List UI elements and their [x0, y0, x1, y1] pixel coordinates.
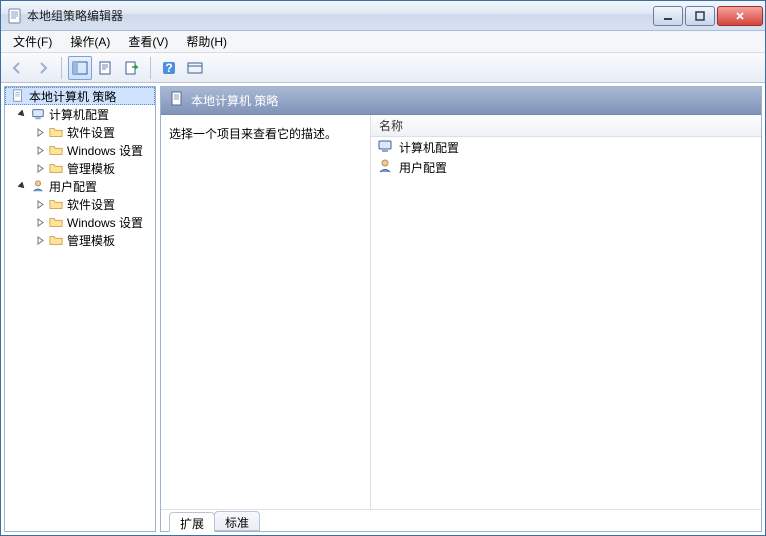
tree-label: 用户配置 — [49, 178, 97, 195]
details-content: 选择一个项目来查看它的描述。 名称 计算机配置 用户配置 — [161, 115, 761, 509]
menu-file[interactable]: 文件(F) — [5, 31, 60, 52]
titlebar: 本地组策略编辑器 — [1, 1, 765, 31]
expand-icon[interactable] — [35, 145, 46, 156]
tree-computer-software[interactable]: 软件设置 — [5, 123, 155, 141]
properties-button[interactable] — [94, 56, 118, 80]
details-header: 本地计算机 策略 — [161, 87, 761, 115]
expand-icon[interactable] — [35, 235, 46, 246]
svg-text:?: ? — [165, 61, 172, 75]
toolbar-separator — [150, 57, 151, 79]
tree-label: Windows 设置 — [67, 214, 143, 231]
folder-icon — [48, 160, 64, 176]
menu-action[interactable]: 操作(A) — [62, 31, 118, 52]
show-tree-button[interactable] — [68, 56, 92, 80]
collapse-icon[interactable] — [17, 109, 28, 120]
show-hide-button[interactable] — [183, 56, 207, 80]
tree-label: 软件设置 — [67, 196, 115, 213]
expand-icon[interactable] — [35, 199, 46, 210]
list-column: 名称 计算机配置 用户配置 — [371, 115, 761, 509]
folder-icon — [48, 142, 64, 158]
tree-root[interactable]: 本地计算机 策略 — [5, 87, 155, 105]
window-title: 本地组策略编辑器 — [27, 7, 653, 24]
description-column: 选择一个项目来查看它的描述。 — [161, 115, 371, 509]
expand-icon[interactable] — [35, 217, 46, 228]
tree-computer-config[interactable]: 计算机配置 — [5, 105, 155, 123]
folder-icon — [48, 124, 64, 140]
help-button[interactable]: ? — [157, 56, 181, 80]
details-pane: 本地计算机 策略 选择一个项目来查看它的描述。 名称 计算机配置 — [160, 86, 762, 532]
maximize-button[interactable] — [685, 6, 715, 26]
folder-icon — [48, 196, 64, 212]
tab-label: 扩展 — [180, 517, 204, 531]
toolbar-separator — [61, 57, 62, 79]
back-button[interactable] — [5, 56, 29, 80]
list-item-computer-config[interactable]: 计算机配置 — [371, 137, 761, 157]
computer-icon — [30, 106, 46, 122]
tree-user-windows[interactable]: Windows 设置 — [5, 213, 155, 231]
folder-icon — [48, 214, 64, 230]
tree-label: 管理模板 — [67, 232, 115, 249]
tree-label: 管理模板 — [67, 160, 115, 177]
list-item-label: 计算机配置 — [399, 139, 459, 156]
column-header-label: 名称 — [379, 117, 403, 134]
tree-computer-windows[interactable]: Windows 设置 — [5, 141, 155, 159]
close-button[interactable] — [717, 6, 763, 26]
column-header-name[interactable]: 名称 — [371, 115, 761, 137]
tree-label: Windows 设置 — [67, 142, 143, 159]
body-area: 本地计算机 策略 计算机配置 软件设置 Windows 设置 管理模板 — [1, 83, 765, 535]
computer-icon — [377, 138, 393, 157]
user-icon — [30, 178, 46, 194]
forward-button[interactable] — [31, 56, 55, 80]
description-prompt: 选择一个项目来查看它的描述。 — [169, 127, 337, 141]
tree-label: 计算机配置 — [49, 106, 109, 123]
minimize-button[interactable] — [653, 6, 683, 26]
expand-icon[interactable] — [35, 163, 46, 174]
expand-icon[interactable] — [35, 127, 46, 138]
app-window: 本地组策略编辑器 文件(F) 操作(A) 查看(V) 帮助(H) ? 本地计算机… — [0, 0, 766, 536]
menu-view[interactable]: 查看(V) — [120, 31, 176, 52]
menubar: 文件(F) 操作(A) 查看(V) 帮助(H) — [1, 31, 765, 53]
tab-label: 标准 — [225, 516, 249, 530]
toolbar: ? — [1, 53, 765, 83]
window-controls — [653, 6, 763, 26]
tab-standard[interactable]: 标准 — [214, 511, 260, 531]
app-icon — [7, 8, 23, 24]
collapse-icon[interactable] — [17, 181, 28, 192]
document-icon — [10, 88, 26, 104]
tab-extended[interactable]: 扩展 — [169, 512, 215, 532]
details-title: 本地计算机 策略 — [191, 92, 278, 109]
tree-label: 本地计算机 策略 — [29, 88, 116, 105]
bottom-tabs: 扩展 标准 — [161, 509, 761, 531]
list-item-user-config[interactable]: 用户配置 — [371, 157, 761, 177]
menu-help[interactable]: 帮助(H) — [178, 31, 235, 52]
export-button[interactable] — [120, 56, 144, 80]
folder-icon — [48, 232, 64, 248]
tree-computer-templates[interactable]: 管理模板 — [5, 159, 155, 177]
tree-user-software[interactable]: 软件设置 — [5, 195, 155, 213]
tree-label: 软件设置 — [67, 124, 115, 141]
document-icon — [169, 91, 185, 110]
tree-user-config[interactable]: 用户配置 — [5, 177, 155, 195]
tree-pane[interactable]: 本地计算机 策略 计算机配置 软件设置 Windows 设置 管理模板 — [4, 86, 156, 532]
tree-user-templates[interactable]: 管理模板 — [5, 231, 155, 249]
list-item-label: 用户配置 — [399, 159, 447, 176]
user-icon — [377, 158, 393, 177]
